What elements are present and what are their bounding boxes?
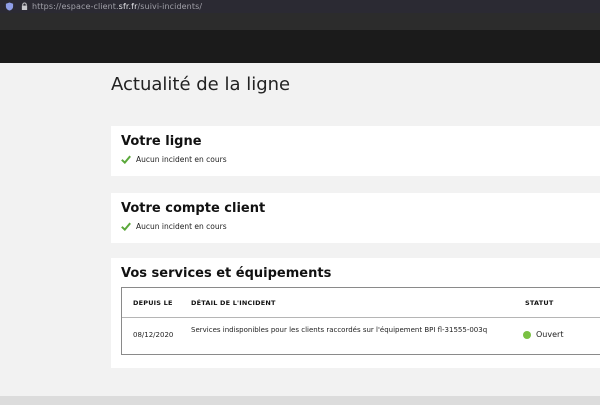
services-card-title: Vos services et équipements	[121, 266, 332, 281]
row-statut: Ouvert	[523, 330, 563, 339]
compte-status-text: Aucun incident en cours	[136, 222, 227, 231]
ligne-status-text: Aucun incident en cours	[136, 155, 227, 164]
services-card: Vos services et équipements DEPUIS LE DÉ…	[111, 258, 600, 368]
footer-strip	[0, 396, 600, 405]
browser-address-bar[interactable]: https://espace-client.sfr.fr/suivi-incid…	[0, 0, 600, 13]
url-host: sfr.fr	[118, 2, 138, 11]
url-path: /suivi-incidents/	[137, 2, 203, 11]
status-dot-icon	[523, 330, 531, 339]
header-separator	[122, 317, 600, 318]
site-header	[0, 13, 600, 63]
shield-icon[interactable]	[5, 2, 14, 11]
header-depuis: DEPUIS LE	[133, 299, 173, 307]
header-detail: DÉTAIL DE L'INCIDENT	[191, 299, 276, 307]
compte-card-title: Votre compte client	[121, 201, 266, 216]
url-text[interactable]: https://espace-client.sfr.fr/suivi-incid…	[32, 2, 202, 11]
url-prefix: https://espace-client.	[32, 2, 119, 11]
incidents-table: DEPUIS LE DÉTAIL DE L'INCIDENT STATUT 08…	[121, 287, 600, 355]
check-icon	[121, 222, 131, 231]
header-statut: STATUT	[525, 299, 554, 307]
compte-status: Aucun incident en cours	[121, 222, 227, 231]
compte-card: Votre compte client Aucun incident en co…	[111, 193, 600, 243]
ligne-card-title: Votre ligne	[121, 134, 202, 149]
row-statut-text: Ouvert	[536, 330, 564, 339]
row-depuis: 08/12/2020	[133, 331, 174, 339]
lock-icon	[21, 2, 28, 10]
check-icon	[121, 155, 131, 164]
ligne-status: Aucun incident en cours	[121, 155, 227, 164]
ligne-card: Votre ligne Aucun incident en cours	[111, 126, 600, 176]
row-detail: Services indisponibles pour les clients …	[191, 326, 488, 334]
page-title: Actualité de la ligne	[111, 74, 291, 95]
